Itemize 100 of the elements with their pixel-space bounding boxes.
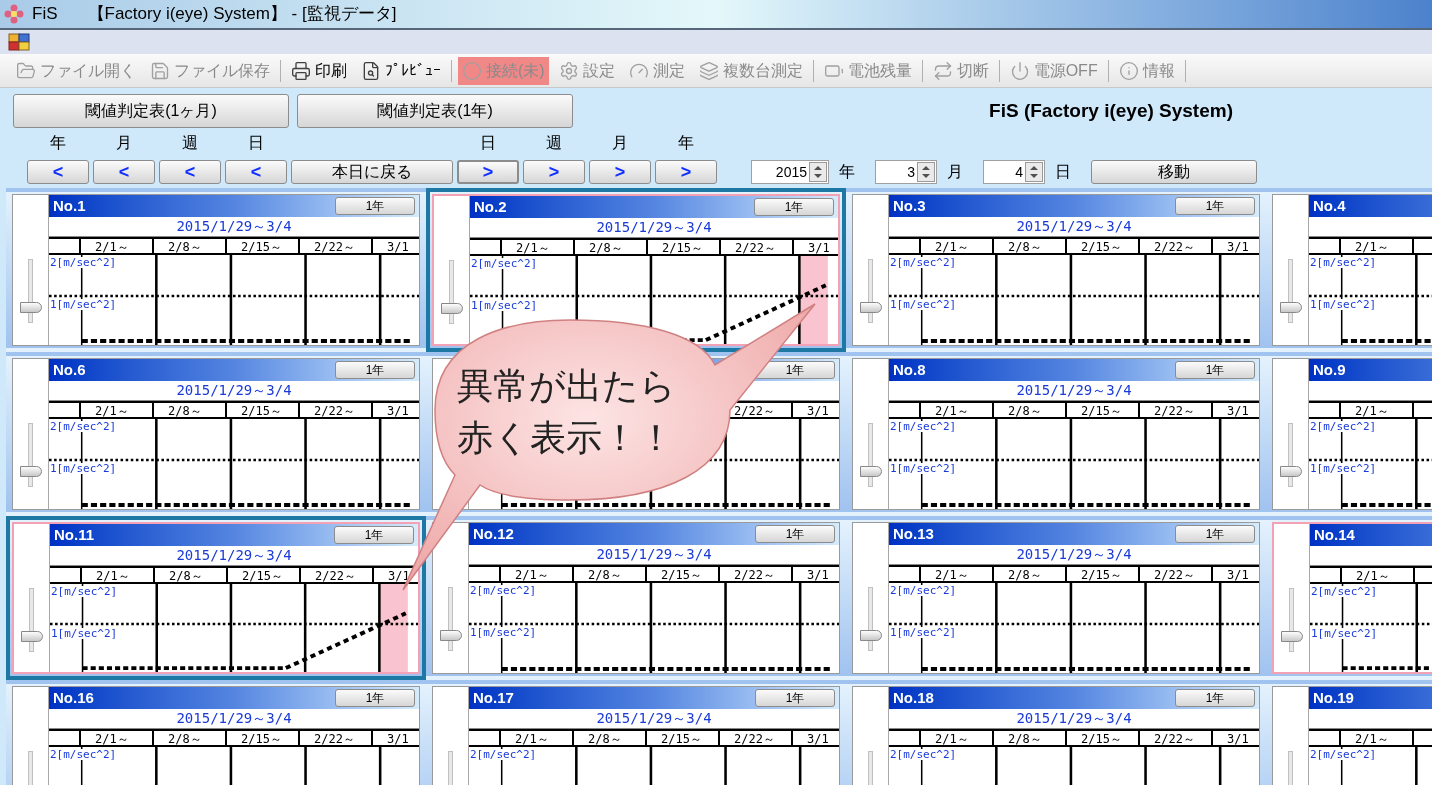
week-label: 2/22～: [1154, 241, 1195, 253]
week-label: 2/15～: [662, 242, 703, 254]
spin-arrows-icon[interactable]: [1025, 162, 1043, 182]
week-label: 2/8～: [168, 241, 202, 253]
week-label: 2/1～: [935, 405, 969, 417]
week-label: 2/8～: [588, 569, 622, 581]
slider-thumb[interactable]: [859, 466, 882, 477]
slider-thumb[interactable]: [20, 631, 43, 642]
week-label: 2/1～: [95, 733, 129, 745]
step-button[interactable]: <: [93, 160, 155, 184]
sensor-number: No.12: [473, 523, 514, 544]
date-range: 2015/1/29～3/4: [1016, 381, 1132, 400]
week-label: 2/15～: [661, 569, 702, 581]
period-button[interactable]: 1年: [1175, 197, 1255, 215]
sensor-number: No.2: [474, 196, 507, 217]
period-caption: 月: [116, 134, 132, 152]
slider-thumb[interactable]: [19, 466, 42, 477]
circle-icon: [462, 60, 482, 81]
week-label: 3/1: [808, 242, 830, 254]
step-button[interactable]: >: [589, 160, 651, 184]
week-label: 2/8～: [169, 570, 203, 582]
axis-label: 1[m/sec^2]: [50, 463, 117, 474]
slider-thumb[interactable]: [1279, 466, 1302, 477]
slider-thumb[interactable]: [439, 630, 462, 641]
week-label: 3/1: [807, 569, 829, 581]
period-button[interactable]: 1年: [754, 198, 834, 216]
period-caption: 日: [248, 134, 264, 152]
spin-arrows-icon[interactable]: [917, 162, 935, 182]
callout-text: 異常が出たら 赤く表示！！: [457, 364, 676, 460]
week-label: 2/22～: [734, 733, 775, 745]
week-label: 2/8～: [168, 405, 202, 417]
power-icon: [1009, 60, 1030, 81]
week-label: 2/8～: [1008, 241, 1042, 253]
axis-label: 2[m/sec^2]: [50, 421, 117, 432]
toolbar-button[interactable]: ﾌﾟﾚﾋﾞｭｰ: [357, 56, 445, 85]
step-button[interactable]: >: [655, 160, 717, 184]
period-button[interactable]: 1年: [1175, 689, 1255, 707]
week-label: 3/1: [387, 241, 409, 253]
toolbar-button[interactable]: 印刷: [287, 56, 351, 85]
number-spinner[interactable]: 2015: [751, 160, 829, 184]
sensor-number: No.6: [53, 359, 86, 380]
step-button[interactable]: <: [27, 160, 89, 184]
week-label: 2/22～: [735, 242, 776, 254]
step-button[interactable]: >: [457, 160, 519, 184]
period-button[interactable]: 1年: [335, 689, 415, 707]
week-label: 2/15～: [1081, 405, 1122, 417]
today-button[interactable]: 本日に戻る: [291, 160, 453, 184]
axis-label: 1[m/sec^2]: [470, 627, 537, 638]
period-button[interactable]: 1年: [335, 197, 415, 215]
slider-thumb[interactable]: [859, 630, 882, 641]
sensor-number: No.16: [53, 687, 94, 708]
period-caption: 週: [182, 134, 198, 152]
date-unit: 月: [947, 162, 963, 182]
period-button[interactable]: 1年: [335, 361, 415, 379]
slider-thumb[interactable]: [1279, 302, 1302, 313]
period-button[interactable]: 1年: [755, 525, 835, 543]
week-label: 3/1: [807, 733, 829, 745]
axis-label: 2[m/sec^2]: [50, 257, 117, 268]
week-label: 2/15～: [241, 733, 282, 745]
slider-thumb[interactable]: [1280, 631, 1303, 642]
period-button[interactable]: 1年: [755, 689, 835, 707]
period-caption: 年: [50, 134, 66, 152]
period-caption: 年: [678, 134, 694, 152]
axis-label: 2[m/sec^2]: [1311, 586, 1378, 597]
week-label: 2/8～: [1008, 405, 1042, 417]
slider-thumb[interactable]: [19, 302, 42, 313]
week-label: 2/1～: [95, 405, 129, 417]
step-button[interactable]: <: [159, 160, 221, 184]
date-range: 2015/1/29～3/4: [596, 709, 712, 728]
number-spinner[interactable]: 4: [983, 160, 1045, 184]
week-label: 2/22～: [314, 733, 355, 745]
number-spinner[interactable]: 3: [875, 160, 937, 184]
move-button[interactable]: 移動: [1091, 160, 1257, 184]
axis-label: 1[m/sec^2]: [890, 463, 957, 474]
week-label: 3/1: [1227, 733, 1249, 745]
step-button[interactable]: >: [523, 160, 585, 184]
period-button[interactable]: 1年: [334, 526, 414, 544]
axis-label: 2[m/sec^2]: [1310, 421, 1377, 432]
report-button[interactable]: 閾値判定表(1ヶ月): [13, 94, 289, 128]
week-label: 2/15～: [1081, 733, 1122, 745]
period-button[interactable]: 1年: [1175, 525, 1255, 543]
report-button[interactable]: 閾値判定表(1年): [297, 94, 573, 128]
week-label: 2/1～: [516, 242, 550, 254]
week-label: 2/15～: [661, 733, 702, 745]
axis-label: 2[m/sec^2]: [1310, 749, 1377, 760]
week-label: 2/1～: [515, 733, 549, 745]
week-label: 2/8～: [168, 733, 202, 745]
step-button[interactable]: <: [225, 160, 287, 184]
slider-thumb[interactable]: [859, 302, 882, 313]
axis-label: 2[m/sec^2]: [50, 749, 117, 760]
week-label: 2/15～: [1081, 569, 1122, 581]
week-label: 2/15～: [241, 241, 282, 253]
week-label: 2/8～: [588, 733, 622, 745]
slider-thumb[interactable]: [440, 303, 463, 314]
date-unit: 年: [839, 162, 855, 182]
spin-arrows-icon[interactable]: [809, 162, 827, 182]
axis-label: 1[m/sec^2]: [890, 299, 957, 310]
period-button[interactable]: 1年: [1175, 361, 1255, 379]
axis-label: 2[m/sec^2]: [890, 421, 957, 432]
window-icon[interactable]: [8, 33, 30, 51]
